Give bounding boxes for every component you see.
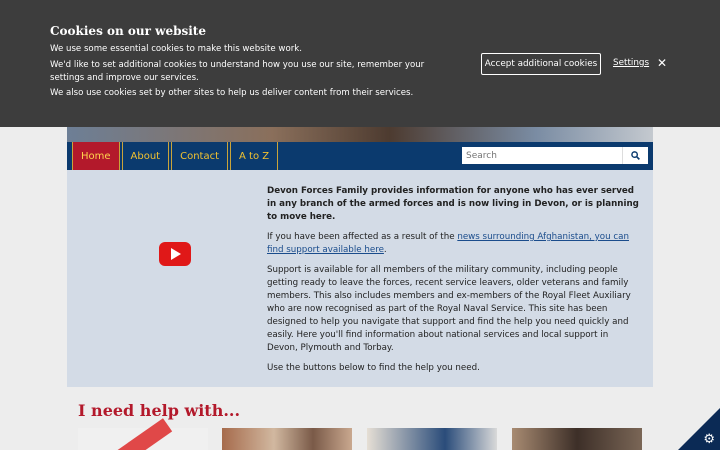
cookie-text-additional: We'd like to set additional cookies to u… (50, 60, 425, 83)
support-paragraph: Support is available for all members of … (267, 265, 631, 353)
buttons-hint: Use the buttons below to find the help y… (267, 363, 480, 373)
nav-item-a-to-z[interactable]: A to Z (230, 142, 279, 170)
help-section-title: I need help with... (78, 401, 241, 420)
afghanistan-prefix: If you have been affected as a result of… (267, 232, 458, 242)
help-card-2[interactable] (222, 428, 352, 450)
cookie-settings-link[interactable]: Settings (613, 58, 649, 68)
search-button[interactable] (622, 147, 648, 164)
nav-item-about[interactable]: About (121, 142, 170, 170)
search-input[interactable] (462, 147, 622, 164)
help-card-1[interactable] (78, 428, 208, 450)
cookie-title: Cookies on our website (50, 24, 206, 38)
help-card-3[interactable] (367, 428, 497, 450)
nav-item-contact[interactable]: Contact (171, 142, 229, 170)
cookie-text-third-party: We also use cookies set by other sites t… (50, 88, 414, 98)
cookie-banner: Cookies on our website We use some essen… (0, 0, 720, 127)
intro-lead: Devon Forces Family provides information… (267, 186, 639, 222)
afghanistan-suffix: . (383, 245, 387, 255)
intro-panel: Devon Forces Family provides information… (67, 170, 653, 387)
gear-icon[interactable]: ⚙ (703, 433, 715, 446)
help-card-4[interactable] (512, 428, 642, 450)
nav-item-home[interactable]: Home (72, 142, 120, 170)
intro-text: Devon Forces Family provides information… (267, 185, 639, 382)
magnifier-icon (631, 151, 640, 160)
youtube-play-icon[interactable] (159, 242, 191, 266)
close-icon[interactable]: ✕ (657, 57, 667, 69)
afghanistan-paragraph: If you have been affected as a result of… (267, 231, 639, 257)
cookie-text-essential: We use some essential cookies to make th… (50, 44, 302, 54)
accept-cookies-button[interactable]: Accept additional cookies (481, 53, 601, 75)
search-form (461, 146, 649, 165)
